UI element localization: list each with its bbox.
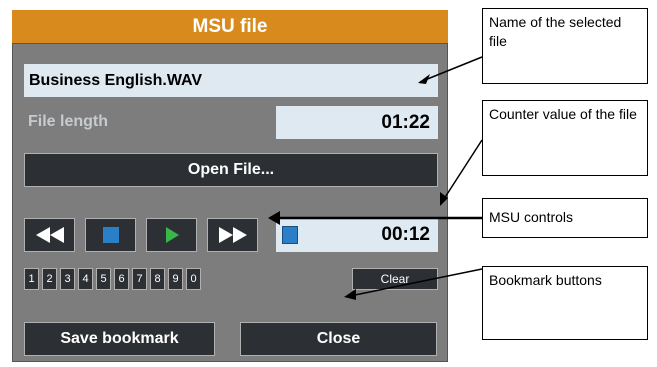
leader-line-file-name xyxy=(419,56,483,83)
leader-arrow-controls xyxy=(268,211,280,225)
callout-leader-lines xyxy=(268,56,483,300)
leader-line-bookmarks xyxy=(349,268,483,297)
leader-line-counter xyxy=(441,139,483,203)
leader-arrow-bookmarks xyxy=(344,289,356,300)
